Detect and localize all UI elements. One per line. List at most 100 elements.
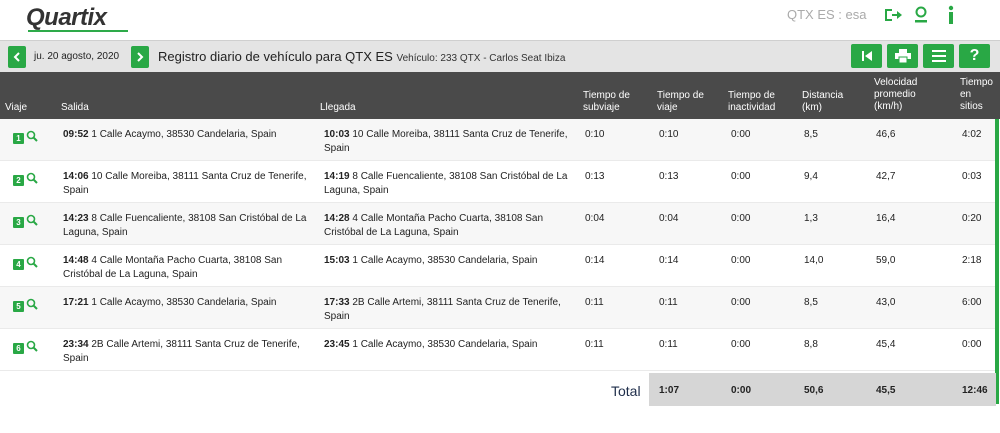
- table-row[interactable]: 6 23:34 2B Calle Artemi, 38111 Santa Cru…: [0, 329, 996, 371]
- departure-cell: 09:52 1 Calle Acaymo, 38530 Candelaria, …: [63, 128, 308, 142]
- avg-speed: 43,0: [876, 297, 896, 308]
- date-label: ju. 20 agosto, 2020: [34, 51, 120, 62]
- trip-time: 0:04: [659, 213, 679, 224]
- col-sitios-line1: Tiempo: [960, 77, 993, 88]
- total-trip-time: 1:07: [659, 385, 680, 396]
- departure-time: 17:21: [63, 297, 89, 308]
- zoom-icon[interactable]: [26, 130, 40, 144]
- avg-speed: 46,6: [876, 129, 896, 140]
- col-tiempo-viaje-line1: Tiempo de: [657, 90, 704, 101]
- col-velocidad[interactable]: Velocidad promedio (km/h): [874, 77, 917, 113]
- arrival-time: 14:28: [324, 213, 350, 224]
- col-sitios-line3: sitios: [960, 101, 983, 112]
- arrival-cell: 15:03 1 Calle Acaymo, 38530 Candelaria, …: [324, 254, 570, 268]
- trip-number-badge[interactable]: 4: [13, 259, 24, 270]
- site-time: 0:03: [962, 171, 982, 182]
- arrival-time: 23:45: [324, 339, 350, 350]
- col-distancia[interactable]: Distancia (km): [802, 90, 843, 114]
- distance: 14,0: [804, 255, 824, 266]
- departure-cell: 14:48 4 Calle Montaña Pacho Cuarta, 3810…: [63, 254, 308, 282]
- trip-number: 4: [16, 260, 21, 269]
- zoom-icon[interactable]: [26, 214, 40, 228]
- col-distancia-line1: Distancia: [802, 90, 844, 101]
- arrival-cell: 10:03 10 Calle Moreiba, 38111 Santa Cruz…: [324, 128, 570, 156]
- menu-icon: [931, 50, 946, 62]
- account-label: QTX ES : esa: [787, 7, 867, 22]
- prev-day-button[interactable]: [8, 46, 26, 68]
- info-icon[interactable]: [940, 4, 962, 26]
- departure-address: 8 Calle Fuencaliente, 38108 San Cristóba…: [63, 213, 307, 238]
- arrival-time: 15:03: [324, 255, 350, 266]
- avg-speed: 16,4: [876, 213, 896, 224]
- trip-time: 0:13: [659, 171, 679, 182]
- zoom-icon[interactable]: [26, 340, 40, 354]
- col-llegada[interactable]: Llegada: [320, 102, 356, 114]
- table-row[interactable]: 2 14:06 10 Calle Moreiba, 38111 Santa Cr…: [0, 161, 996, 203]
- distance: 1,3: [804, 213, 818, 224]
- first-page-button[interactable]: [851, 44, 882, 68]
- table-row[interactable]: 3 14:23 8 Calle Fuencaliente, 38108 San …: [0, 203, 996, 245]
- col-sitios-line2: en: [960, 89, 972, 100]
- departure-address: 4 Calle Montaña Pacho Cuarta, 38108 San …: [63, 255, 283, 280]
- site-time: 0:00: [962, 339, 982, 350]
- table-row[interactable]: 4 14:48 4 Calle Montaña Pacho Cuarta, 38…: [0, 245, 996, 287]
- departure-address: 1 Calle Acaymo, 38530 Candelaria, Spain: [88, 129, 277, 140]
- user-icon[interactable]: [910, 4, 932, 26]
- col-subviaje[interactable]: Tiempo de subviaje: [583, 90, 630, 114]
- col-sitios[interactable]: Tiempo en sitios: [960, 77, 993, 113]
- trip-time: 0:10: [659, 129, 679, 140]
- trip-time: 0:14: [659, 255, 679, 266]
- arrival-address: 10 Calle Moreiba, 38111 Santa Cruz de Te…: [324, 129, 568, 154]
- idle-time: 0:00: [731, 129, 751, 140]
- departure-time: 14:06: [63, 171, 89, 182]
- report-title: Registro diario de vehículo para QTX ES …: [158, 49, 565, 64]
- table-row[interactable]: 5 17:21 1 Calle Acaymo, 38530 Candelaria…: [0, 287, 996, 329]
- trip-number-badge[interactable]: 6: [13, 343, 24, 354]
- trip-number: 2: [16, 176, 21, 185]
- col-distancia-line2: (km): [802, 102, 822, 113]
- col-tiempo-viaje[interactable]: Tiempo de viaje: [657, 90, 704, 114]
- col-inactividad[interactable]: Tiempo de inactividad: [728, 90, 775, 114]
- zoom-icon[interactable]: [26, 256, 40, 270]
- arrival-address: 1 Calle Acaymo, 38530 Candelaria, Spain: [349, 339, 538, 350]
- zoom-icon[interactable]: [26, 172, 40, 186]
- site-time: 0:20: [962, 213, 982, 224]
- table-header: Viaje Salida Llegada Tiempo de subviaje …: [0, 72, 1000, 119]
- col-tiempo-viaje-line2: viaje: [657, 102, 678, 113]
- departure-cell: 17:21 1 Calle Acaymo, 38530 Candelaria, …: [63, 296, 308, 310]
- help-icon: ?: [969, 47, 980, 64]
- scrollbar[interactable]: [995, 119, 999, 404]
- print-button[interactable]: [887, 44, 918, 68]
- avg-speed: 59,0: [876, 255, 896, 266]
- chevron-left-icon: [13, 52, 20, 62]
- print-icon: [894, 49, 911, 63]
- quartix-logo[interactable]: Quartix: [26, 4, 107, 32]
- arrival-time: 14:19: [324, 171, 350, 182]
- trip-number-badge[interactable]: 2: [13, 175, 24, 186]
- trip-number-badge[interactable]: 5: [13, 301, 24, 312]
- totals-label: Total: [611, 383, 641, 399]
- subtrip-time: 0:13: [585, 171, 605, 182]
- trip-number-badge[interactable]: 1: [13, 133, 24, 144]
- subtrip-time: 0:10: [585, 129, 605, 140]
- departure-address: 1 Calle Acaymo, 38530 Candelaria, Spain: [88, 297, 277, 308]
- table-row[interactable]: 1 09:52 1 Calle Acaymo, 38530 Candelaria…: [0, 119, 996, 161]
- col-salida[interactable]: Salida: [61, 102, 89, 114]
- subtrip-time: 0:14: [585, 255, 605, 266]
- col-subviaje-line1: Tiempo de: [583, 90, 630, 101]
- distance: 8,5: [804, 297, 818, 308]
- next-day-button[interactable]: [131, 46, 149, 68]
- menu-button[interactable]: [923, 44, 954, 68]
- col-inactividad-line1: Tiempo de: [728, 90, 775, 101]
- arrival-time: 10:03: [324, 129, 350, 140]
- total-distance: 50,6: [804, 385, 824, 396]
- col-subviaje-line2: subviaje: [583, 102, 620, 113]
- zoom-icon[interactable]: [26, 298, 40, 312]
- trip-number-badge[interactable]: 3: [13, 217, 24, 228]
- help-button[interactable]: ?: [959, 44, 990, 68]
- subtrip-time: 0:11: [585, 339, 604, 350]
- logout-icon[interactable]: [882, 4, 904, 26]
- col-inactividad-line2: inactividad: [728, 102, 776, 113]
- departure-cell: 14:23 8 Calle Fuencaliente, 38108 San Cr…: [63, 212, 308, 240]
- col-viaje[interactable]: Viaje: [5, 102, 27, 114]
